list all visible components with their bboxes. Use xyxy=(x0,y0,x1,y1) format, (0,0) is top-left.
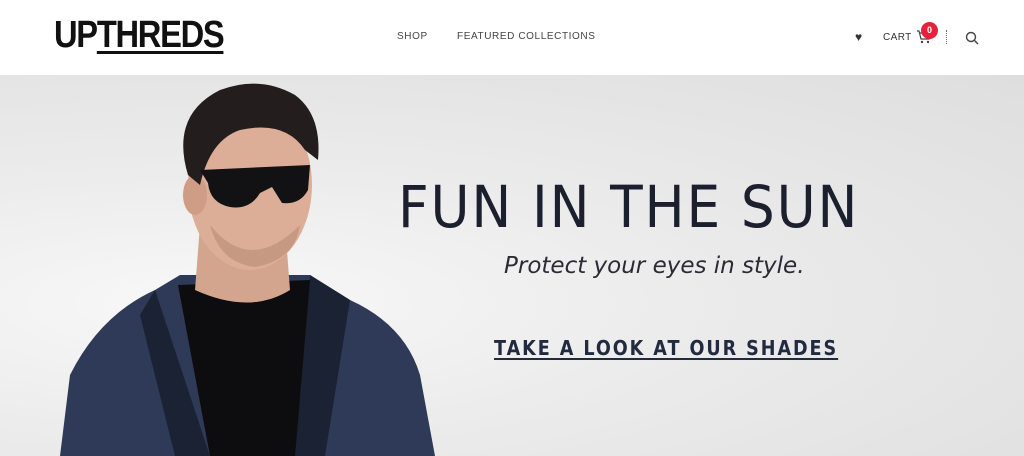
hero-title: FUN IN THE SUN xyxy=(398,173,860,241)
search-icon[interactable] xyxy=(965,31,979,45)
nav-shop[interactable]: SHOP xyxy=(397,31,428,42)
logo-part-2: THREDS xyxy=(96,14,225,56)
logo-part-1: UP xyxy=(54,14,98,56)
hero-model-image xyxy=(60,83,435,456)
heart-icon[interactable]: ♥ xyxy=(855,30,862,44)
shop-shades-link[interactable]: TAKE A LOOK AT OUR SHADES xyxy=(494,334,838,362)
header-divider xyxy=(946,30,948,44)
cart-link[interactable]: CART xyxy=(883,32,912,43)
cart-count-badge: 0 xyxy=(921,22,938,39)
hero-subtitle: Protect your eyes in style. xyxy=(504,253,805,279)
nav-featured-collections[interactable]: FEATURED COLLECTIONS xyxy=(457,31,596,42)
site-header: UPTHREDS SHOP FEATURED COLLECTIONS ♥ CAR… xyxy=(0,0,1024,75)
logo[interactable]: UPTHREDS xyxy=(54,12,225,58)
hero-banner: FUN IN THE SUN Protect your eyes in styl… xyxy=(0,75,1024,456)
